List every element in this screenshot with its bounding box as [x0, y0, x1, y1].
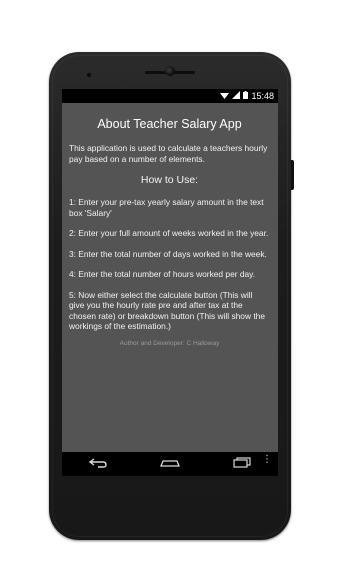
status-bar: 15:48	[62, 89, 278, 103]
author-note: Author and Developer: C Halloway	[119, 339, 220, 347]
menu-dots-icon[interactable]: ⋮	[262, 455, 272, 465]
recents-icon[interactable]	[227, 457, 257, 471]
power-button	[291, 160, 294, 190]
home-icon[interactable]	[155, 457, 185, 471]
intro-text: This application is used to calculate a …	[69, 143, 268, 164]
howto-heading: How to Use:	[140, 174, 199, 186]
phone-frame: 15:48 About Teacher Salary App This appl…	[49, 52, 294, 540]
step-1: 1: Enter your pre-tax yearly salary amou…	[69, 197, 264, 218]
about-content: About Teacher Salary App This applicatio…	[62, 103, 278, 347]
signal-icon	[232, 91, 241, 101]
proximity-sensor	[87, 73, 91, 77]
earpiece-speaker	[145, 71, 195, 74]
battery-icon	[243, 91, 249, 101]
status-time: 15:48	[251, 91, 274, 101]
front-camera	[165, 66, 175, 76]
page-title: About Teacher Salary App	[97, 117, 242, 131]
navigation-bar: ⋮	[62, 452, 278, 476]
step-2: 2: Enter your full amount of weeks worke…	[69, 228, 269, 238]
back-icon[interactable]	[83, 457, 113, 471]
step-3: 3: Enter the total number of days worked…	[69, 248, 267, 259]
step-4: 4: Enter the total number of hours worke…	[69, 269, 256, 279]
screen: 15:48 About Teacher Salary App This appl…	[62, 89, 278, 476]
wifi-icon	[220, 91, 230, 101]
step-5: 5: Now either select the calculate butto…	[69, 289, 265, 332]
